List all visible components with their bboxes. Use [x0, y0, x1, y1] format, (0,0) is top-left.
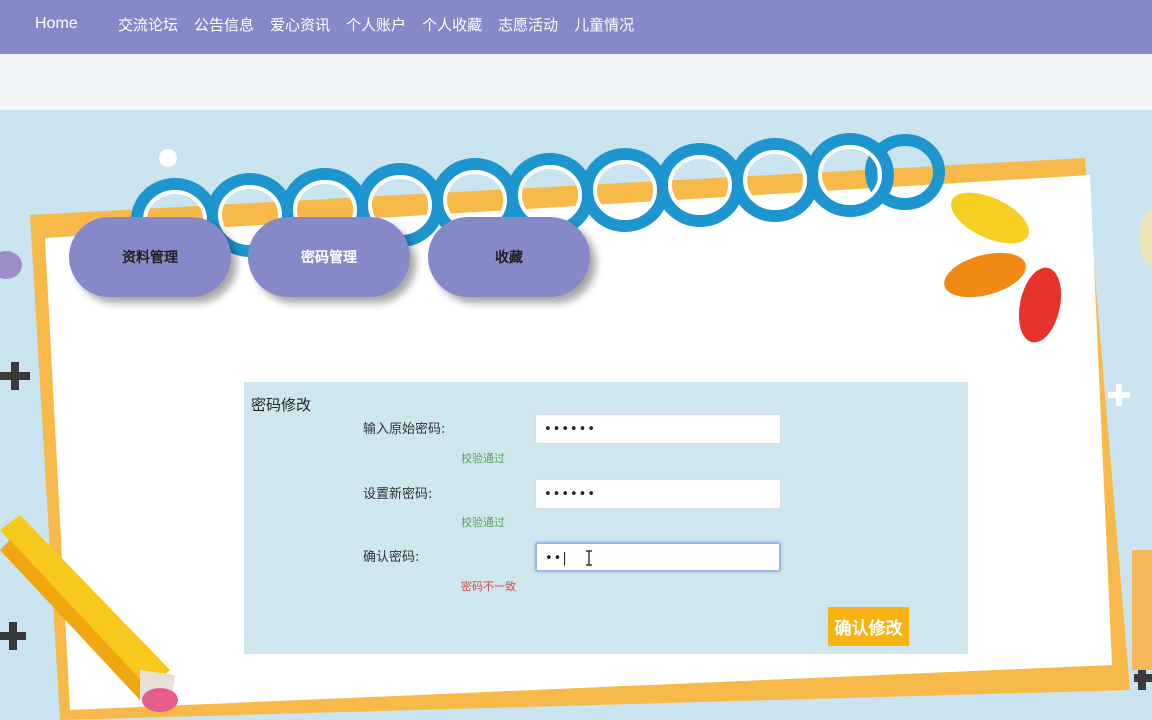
- nav-item-notices[interactable]: 公告信息: [194, 14, 254, 35]
- password-change-panel: 密码修改 输入原始密码: •••••• 校验通过 设置新密码: •••••• 校…: [244, 382, 968, 654]
- new-password-hint: 校验通过: [461, 516, 505, 529]
- nav-item-forum[interactable]: 交流论坛: [118, 14, 178, 35]
- confirm-password-hint: 密码不一致: [461, 580, 516, 593]
- nav-item-volunteer[interactable]: 志愿活动: [498, 14, 558, 35]
- confirm-change-button[interactable]: 确认修改: [828, 607, 909, 646]
- old-password-hint: 校验通过: [461, 452, 505, 465]
- new-password-label: 设置新密码:: [363, 487, 433, 502]
- text-cursor-icon: [586, 550, 592, 566]
- tab-favorites[interactable]: 收藏: [428, 217, 590, 297]
- panel-title: 密码修改: [251, 396, 312, 414]
- top-nav: Home 交流论坛 公告信息 爱心资讯 个人账户 个人收藏 志愿活动 儿童情况: [0, 0, 1152, 54]
- nav-item-children[interactable]: 儿童情况: [574, 14, 634, 35]
- confirm-password-label: 确认密码:: [363, 550, 420, 565]
- old-password-label: 输入原始密码:: [363, 422, 446, 437]
- nav-home-link[interactable]: Home: [35, 15, 78, 33]
- nav-item-favorites[interactable]: 个人收藏: [422, 14, 482, 35]
- tab-profile-label: 资料管理: [122, 250, 178, 266]
- nav-menu: 交流论坛 公告信息 爱心资讯 个人账户 个人收藏 志愿活动 儿童情况: [118, 14, 650, 35]
- tab-password-label: 密码管理: [301, 250, 357, 266]
- old-password-input[interactable]: ••••••: [535, 414, 781, 444]
- nav-item-news[interactable]: 爱心资讯: [270, 14, 330, 35]
- tab-password-management[interactable]: 密码管理: [248, 217, 410, 297]
- header-band: [0, 54, 1152, 110]
- new-password-input[interactable]: ••••••: [535, 479, 781, 509]
- nav-item-account[interactable]: 个人账户: [346, 14, 406, 35]
- confirm-password-input[interactable]: ••|: [535, 542, 781, 572]
- tab-profile-management[interactable]: 资料管理: [69, 217, 231, 297]
- tab-favorites-label: 收藏: [495, 250, 523, 266]
